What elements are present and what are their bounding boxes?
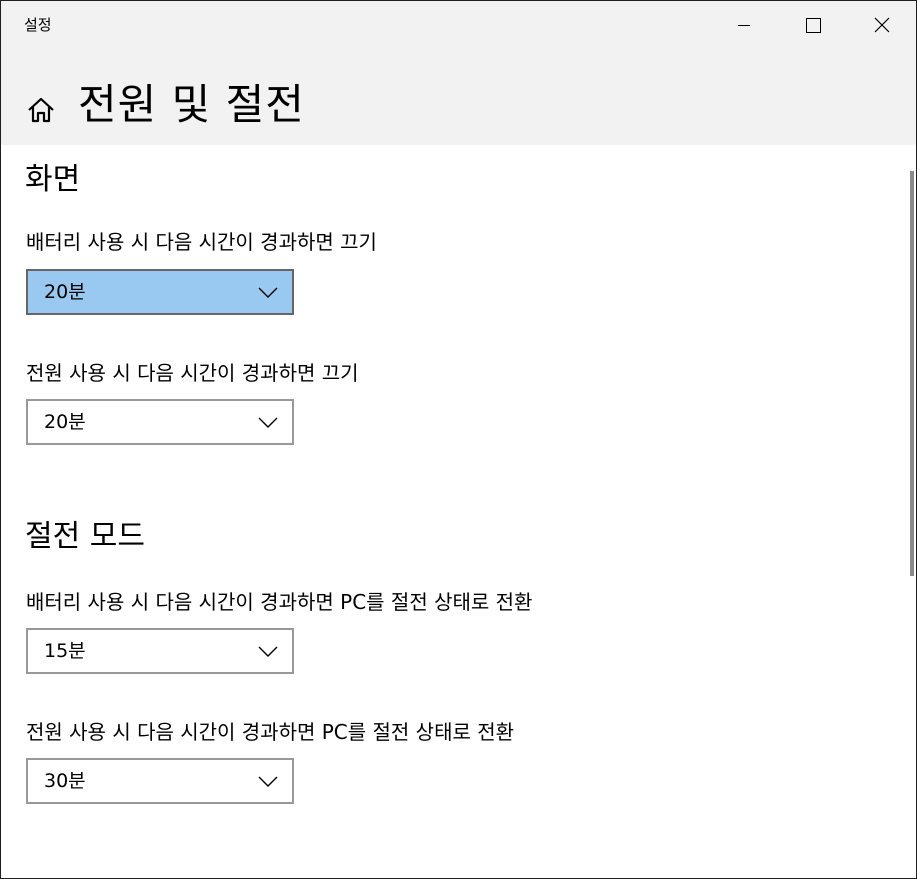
chevron-down-icon [258, 776, 278, 787]
maximize-icon [806, 18, 821, 33]
close-icon [874, 17, 890, 33]
dropdown-value: 15분 [44, 640, 86, 662]
dropdown-value: 20분 [44, 411, 86, 433]
section-title-sleep: 절전 모드 [25, 519, 145, 554]
screen-power-label: 전원 사용 시 다음 시간이 경과하면 끄기 [26, 361, 359, 385]
app-title: 설정 [24, 16, 52, 34]
minimize-button[interactable] [721, 1, 767, 49]
screen-power-dropdown[interactable]: 20분 [26, 399, 294, 445]
chevron-down-icon [258, 646, 278, 657]
minimize-icon [738, 25, 750, 26]
screen-battery-label: 배터리 사용 시 다음 시간이 경과하면 끄기 [26, 230, 377, 254]
sleep-power-dropdown[interactable]: 30분 [26, 758, 294, 804]
close-button[interactable] [858, 1, 904, 49]
home-icon[interactable] [25, 94, 57, 126]
sleep-battery-label: 배터리 사용 시 다음 시간이 경과하면 PC를 절전 상태로 전환 [26, 590, 533, 614]
page-header: 전원 및 절전 [1, 49, 916, 145]
chevron-down-icon [258, 287, 278, 298]
settings-content: 화면 배터리 사용 시 다음 시간이 경과하면 끄기 20분 전원 사용 시 다… [1, 145, 916, 878]
page-title: 전원 및 절전 [78, 80, 305, 129]
settings-window: 설정 전원 및 절전 화면 배터리 사용 시 다음 시간이 경과하면 끄기 20… [0, 0, 917, 879]
sleep-power-label: 전원 사용 시 다음 시간이 경과하면 PC를 절전 상태로 전환 [26, 720, 515, 744]
title-bar[interactable]: 설정 [1, 1, 916, 49]
section-title-screen: 화면 [25, 162, 81, 197]
sleep-battery-dropdown[interactable]: 15분 [26, 628, 294, 674]
chevron-down-icon [258, 417, 278, 428]
dropdown-value: 30분 [44, 770, 86, 792]
vertical-scrollbar[interactable] [910, 171, 914, 576]
maximize-button[interactable] [789, 1, 835, 49]
screen-battery-dropdown[interactable]: 20분 [26, 269, 294, 315]
dropdown-value: 20분 [44, 281, 86, 303]
